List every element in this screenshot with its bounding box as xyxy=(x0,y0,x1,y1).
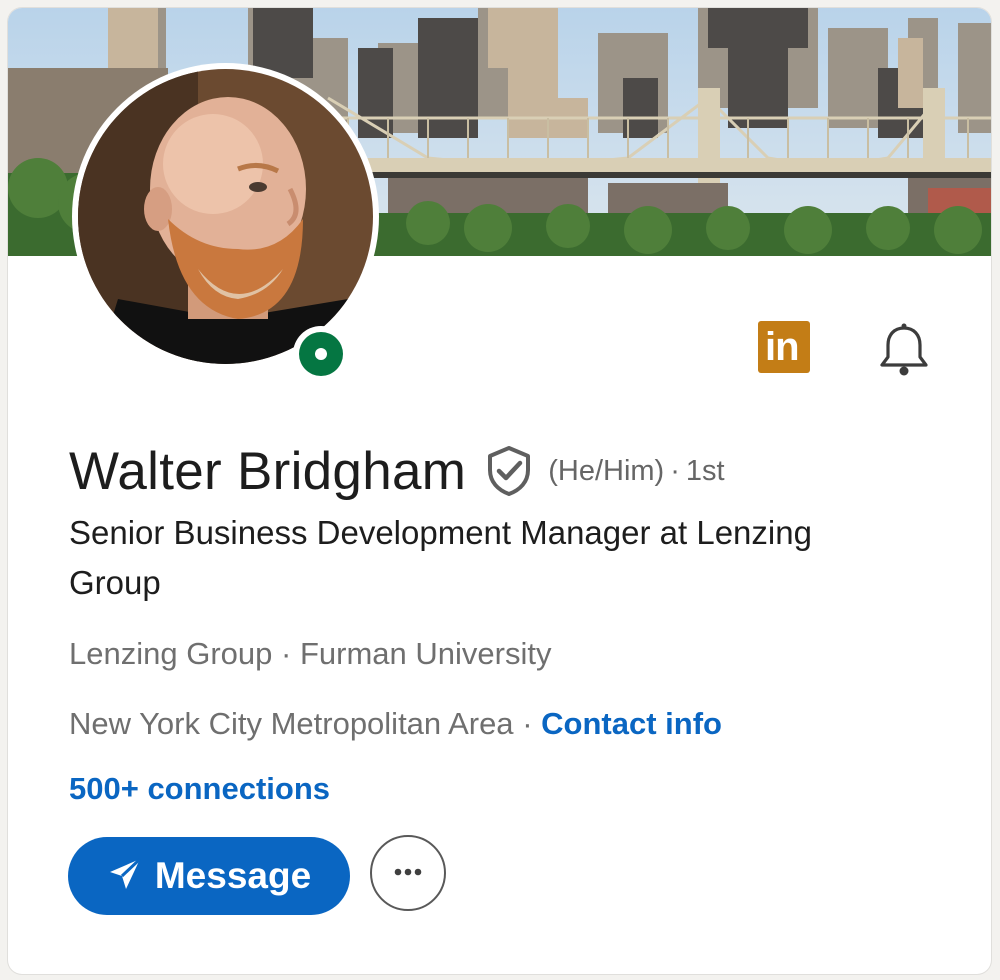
paper-plane-icon xyxy=(107,856,143,897)
contact-info-link[interactable]: Contact info xyxy=(541,706,722,741)
more-actions-button[interactable] xyxy=(370,835,446,911)
message-button[interactable]: Message xyxy=(68,837,350,915)
status-dot xyxy=(299,332,343,376)
current-company: Lenzing Group xyxy=(69,636,273,671)
avatar xyxy=(78,69,373,364)
education: Furman University xyxy=(299,636,552,671)
orgs-row: Lenzing Group · Furman University xyxy=(69,636,551,672)
separator: · xyxy=(670,454,680,487)
bell-icon[interactable] xyxy=(875,322,933,380)
ellipsis-icon xyxy=(390,864,426,882)
profile-photo[interactable] xyxy=(72,63,379,370)
profile-name: Walter Bridgham xyxy=(69,441,467,501)
connections-link[interactable]: 500+ connections xyxy=(69,771,330,807)
online-status-indicator xyxy=(293,326,349,382)
separator: · xyxy=(522,706,533,741)
connection-degree: 1st xyxy=(685,454,725,487)
linkedin-logo-icon: in xyxy=(758,321,810,373)
profile-headline: Senior Business Development Manager at L… xyxy=(69,514,812,601)
message-button-label: Message xyxy=(154,855,312,896)
linkedin-logo-text: in xyxy=(765,325,800,369)
shield-check-icon[interactable] xyxy=(484,444,534,498)
pronouns: (He/Him) xyxy=(548,454,665,487)
separator: · xyxy=(281,636,292,671)
location-row: New York City Metropolitan Area · Contac… xyxy=(69,706,722,742)
name-row: Walter Bridgham (He/Him) · 1st xyxy=(69,436,725,506)
location: New York City Metropolitan Area xyxy=(69,706,514,741)
profile-card: in Walter Bridgham (He/Him) · 1st Senior… xyxy=(8,8,991,974)
